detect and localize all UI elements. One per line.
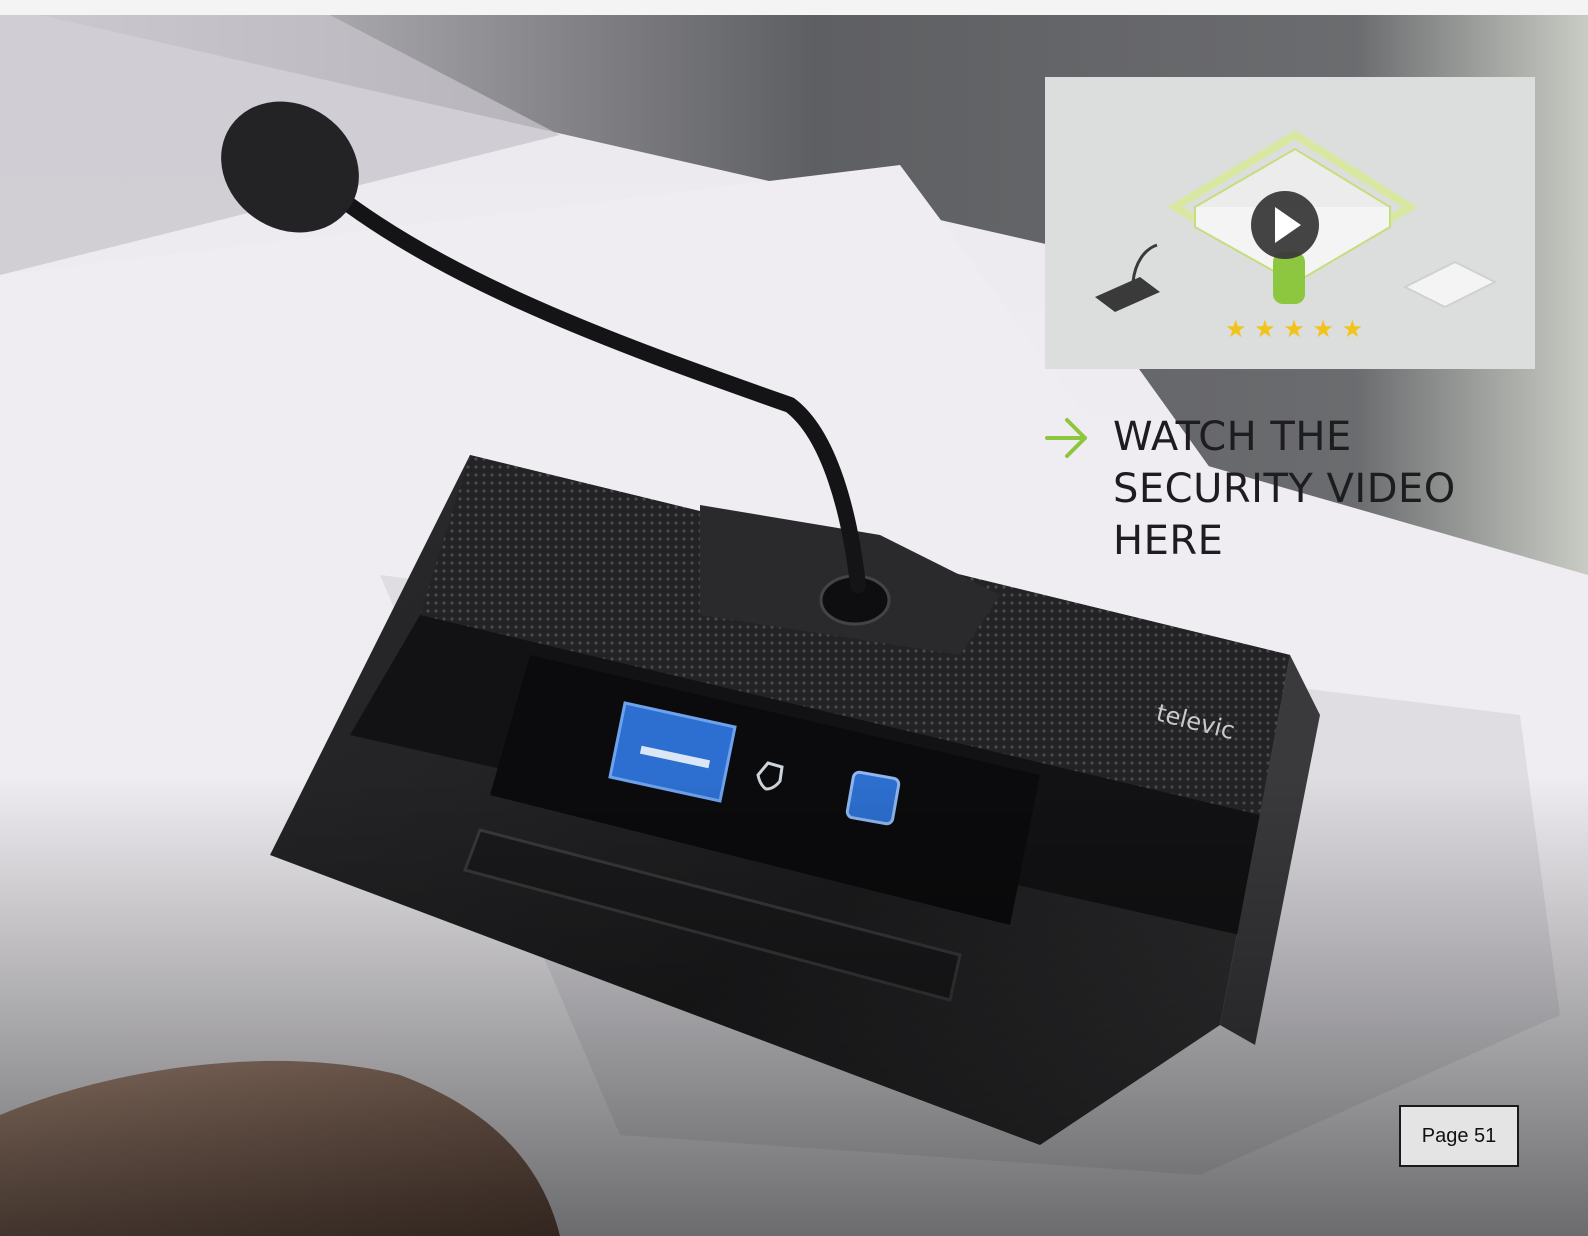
security-pillar [1273, 252, 1305, 304]
viewport: televic ★ ★ ★ ★ ★ WATCH THE SECURITY VID… [0, 0, 1588, 1236]
video-illustration: ★ ★ ★ ★ ★ [1045, 77, 1535, 369]
arrow-right-icon [1045, 418, 1087, 458]
watch-video-text[interactable]: WATCH THE SECURITY VIDEO HERE [1113, 411, 1503, 567]
video-thumbnail[interactable]: ★ ★ ★ ★ ★ [1045, 77, 1535, 369]
watch-video-link[interactable]: WATCH THE SECURITY VIDEO HERE [1043, 411, 1523, 567]
document-page: televic ★ ★ ★ ★ ★ WATCH THE SECURITY VID… [0, 15, 1588, 1236]
svg-text:★ ★ ★ ★ ★: ★ ★ ★ ★ ★ [1225, 315, 1363, 343]
rating-stars: ★ ★ ★ ★ ★ [1225, 315, 1363, 343]
top-bar [0, 0, 1588, 15]
page-number-badge: Page 51 [1399, 1105, 1519, 1167]
play-icon[interactable] [1251, 191, 1319, 259]
